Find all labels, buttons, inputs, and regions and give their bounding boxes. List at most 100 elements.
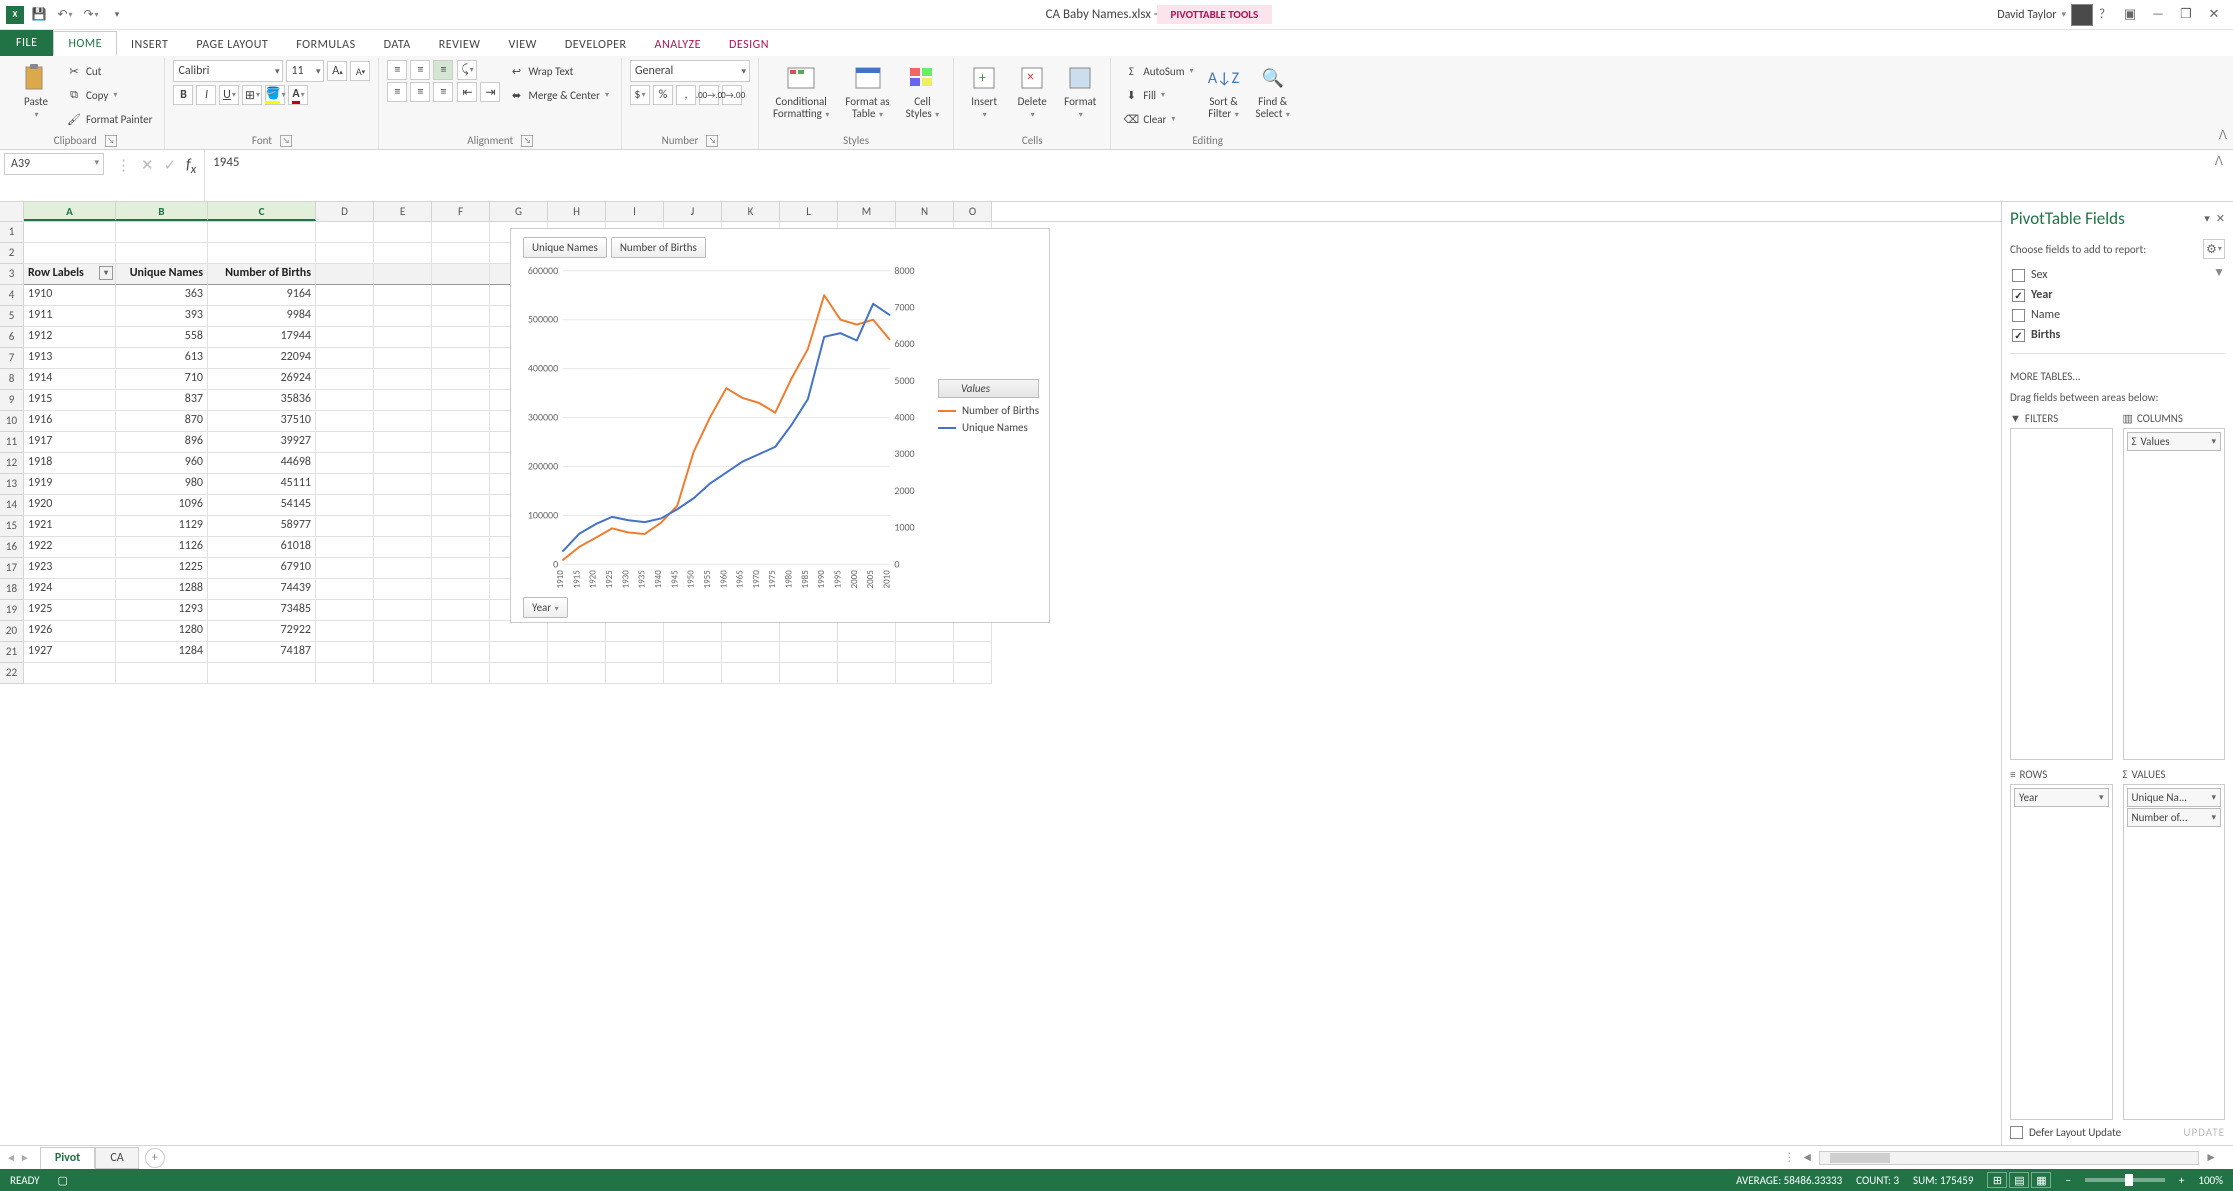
column-header-I[interactable]: I bbox=[606, 202, 664, 221]
checkbox-icon[interactable] bbox=[2012, 269, 2025, 282]
help-icon[interactable]: ? bbox=[2091, 4, 2113, 26]
column-header-F[interactable]: F bbox=[432, 202, 490, 221]
values-drop-zone[interactable]: Unique Na...▾ Number of...▾ bbox=[2123, 784, 2226, 1121]
align-top-button[interactable]: ≡ bbox=[387, 60, 407, 80]
tab-view[interactable]: VIEW bbox=[494, 33, 550, 56]
format-cells-button[interactable]: Format▾ bbox=[1058, 60, 1102, 122]
columns-drop-zone[interactable]: ΣValues▾ bbox=[2123, 428, 2226, 760]
qat-customize-icon[interactable]: ▾ bbox=[106, 4, 128, 26]
field-list-layout-button[interactable]: ⚙▾ bbox=[2203, 239, 2225, 259]
sheet-nav-prev[interactable]: ◄ bbox=[6, 1151, 16, 1164]
tab-design[interactable]: DESIGN bbox=[715, 33, 783, 56]
column-header-E[interactable]: E bbox=[374, 202, 432, 221]
chart-field-unique-names[interactable]: Unique Names bbox=[523, 237, 607, 258]
find-select-button[interactable]: 🔍Find & Select ▾ bbox=[1250, 60, 1296, 122]
row-header[interactable]: 21 bbox=[0, 642, 24, 663]
percent-format-button[interactable]: % bbox=[653, 85, 673, 105]
tab-developer[interactable]: DEVELOPER bbox=[551, 33, 641, 56]
paste-button[interactable]: Paste▾ bbox=[14, 60, 58, 122]
col-item-values[interactable]: ΣValues▾ bbox=[2127, 432, 2222, 451]
tab-analyze[interactable]: ANALYZE bbox=[641, 33, 715, 56]
fill-button[interactable]: ⬇Fill ▾ bbox=[1119, 84, 1197, 106]
align-bottom-button[interactable]: ≡ bbox=[433, 60, 453, 80]
format-as-table-button[interactable]: Format as Table ▾ bbox=[839, 60, 895, 122]
val-item-unique[interactable]: Unique Na...▾ bbox=[2127, 788, 2222, 807]
row-header[interactable]: 19 bbox=[0, 600, 24, 621]
filters-drop-zone[interactable] bbox=[2010, 428, 2113, 760]
grow-font-button[interactable]: A▴ bbox=[327, 61, 347, 81]
tab-review[interactable]: REVIEW bbox=[425, 33, 495, 56]
checkbox-icon[interactable]: ✓ bbox=[2012, 329, 2025, 342]
row-header[interactable]: 11 bbox=[0, 432, 24, 453]
tab-data[interactable]: DATA bbox=[370, 33, 425, 56]
alignment-launcher[interactable]: ↘ bbox=[521, 135, 533, 147]
zoom-in-button[interactable]: + bbox=[2179, 1174, 2184, 1187]
cut-button[interactable]: ✂Cut bbox=[62, 60, 156, 82]
align-left-button[interactable]: ≡ bbox=[387, 82, 407, 102]
filter-fields-icon[interactable]: ▼ bbox=[2213, 265, 2225, 280]
row-header[interactable]: 4 bbox=[0, 285, 24, 306]
row-header[interactable]: 14 bbox=[0, 495, 24, 516]
close-icon[interactable]: ✕ bbox=[2203, 4, 2225, 26]
copy-button[interactable]: ⧉Copy ▾ bbox=[62, 84, 156, 106]
tab-page-layout[interactable]: PAGE LAYOUT bbox=[182, 33, 282, 56]
row-header[interactable]: 13 bbox=[0, 474, 24, 495]
ribbon-display-icon[interactable]: ▣ bbox=[2119, 4, 2141, 26]
increase-indent-button[interactable]: ⇥ bbox=[480, 82, 500, 102]
column-header-B[interactable]: B bbox=[116, 202, 208, 221]
font-name-combo[interactable]: Calibri bbox=[173, 60, 283, 82]
tab-home[interactable]: HOME bbox=[53, 31, 117, 56]
sheet-nav-next[interactable]: ► bbox=[20, 1151, 30, 1164]
column-header-A[interactable]: A bbox=[24, 202, 116, 221]
underline-button[interactable]: U▾ bbox=[219, 85, 239, 105]
split-handle-icon[interactable]: ⋮ bbox=[1783, 1150, 1795, 1165]
user-name[interactable]: David Taylor bbox=[1997, 8, 2056, 22]
field-sex[interactable]: Sex bbox=[2010, 265, 2213, 285]
italic-button[interactable]: I bbox=[196, 85, 216, 105]
pane-dropdown-icon[interactable]: ▾ bbox=[2204, 212, 2210, 225]
minimize-icon[interactable]: — bbox=[2147, 4, 2169, 26]
select-all-corner[interactable] bbox=[0, 202, 24, 221]
row-header[interactable]: 16 bbox=[0, 537, 24, 558]
qat-redo-icon[interactable]: ↷▾ bbox=[80, 4, 102, 26]
new-sheet-button[interactable]: + bbox=[145, 1148, 165, 1168]
fill-color-button[interactable]: 🪣▾ bbox=[265, 85, 285, 105]
column-header-O[interactable]: O bbox=[954, 202, 992, 221]
comma-format-button[interactable]: , bbox=[676, 85, 696, 105]
tab-formulas[interactable]: FORMULAS bbox=[282, 33, 369, 56]
scroll-right-icon[interactable]: ► bbox=[2205, 1150, 2217, 1165]
clipboard-launcher[interactable]: ↘ bbox=[105, 135, 117, 147]
scroll-left-icon[interactable]: ◄ bbox=[1801, 1150, 1813, 1165]
field-name[interactable]: Name bbox=[2010, 305, 2225, 325]
tab-insert[interactable]: INSERT bbox=[117, 33, 182, 56]
clear-button[interactable]: ⌫Clear ▾ bbox=[1119, 108, 1197, 130]
pivot-chart[interactable]: Unique Names Number of Births 0100000200… bbox=[510, 228, 1050, 623]
column-header-N[interactable]: N bbox=[896, 202, 954, 221]
fbar-dots-icon[interactable]: ⋮ bbox=[116, 156, 131, 175]
accounting-format-button[interactable]: $▾ bbox=[630, 85, 650, 105]
row-header[interactable]: 1 bbox=[0, 222, 24, 243]
restore-icon[interactable]: ❐ bbox=[2175, 4, 2197, 26]
cancel-formula-icon[interactable]: ✕ bbox=[141, 156, 154, 175]
zoom-level[interactable]: 100% bbox=[2198, 1174, 2223, 1187]
sheet-tab-ca[interactable]: CA bbox=[95, 1147, 138, 1169]
horizontal-scrollbar[interactable] bbox=[1819, 1151, 2199, 1165]
tab-file[interactable]: FILE bbox=[0, 30, 53, 56]
insert-cells-button[interactable]: +Insert▾ bbox=[962, 60, 1006, 122]
column-header-D[interactable]: D bbox=[316, 202, 374, 221]
more-tables-link[interactable]: MORE TABLES... bbox=[2010, 370, 2225, 383]
column-header-J[interactable]: J bbox=[664, 202, 722, 221]
row-header[interactable]: 5 bbox=[0, 306, 24, 327]
shrink-font-button[interactable]: A▾ bbox=[350, 61, 370, 81]
name-box[interactable]: A39 bbox=[4, 153, 104, 175]
orientation-button[interactable]: ⤹▾ bbox=[457, 60, 477, 80]
borders-button[interactable]: ⊞▾ bbox=[242, 85, 262, 105]
insert-function-icon[interactable]: fx bbox=[186, 156, 196, 177]
qat-undo-icon[interactable]: ↶▾ bbox=[54, 4, 76, 26]
checkbox-icon[interactable]: ✓ bbox=[2012, 289, 2025, 302]
checkbox-icon[interactable] bbox=[2012, 309, 2025, 322]
row-header[interactable]: 15 bbox=[0, 516, 24, 537]
column-header-G[interactable]: G bbox=[490, 202, 548, 221]
field-births[interactable]: ✓Births bbox=[2010, 325, 2225, 345]
wrap-text-button[interactable]: ↩Wrap Text bbox=[504, 60, 613, 82]
